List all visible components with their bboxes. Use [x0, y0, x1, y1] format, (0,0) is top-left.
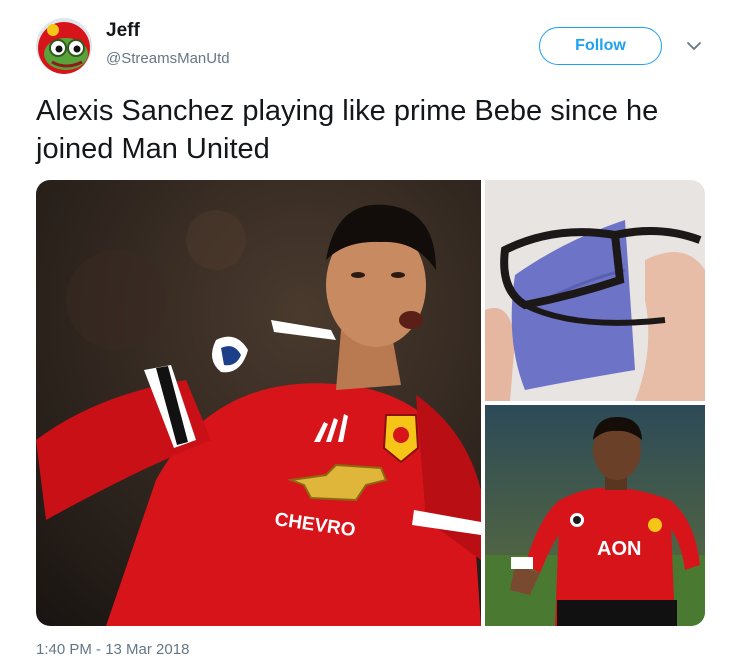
media-image-bebe[interactable]: AON: [485, 405, 705, 626]
display-name[interactable]: Jeff: [106, 20, 140, 42]
follow-button[interactable]: Follow: [539, 27, 662, 65]
avatar[interactable]: [36, 18, 92, 74]
tweet-timestamp[interactable]: 1:40 PM - 13 Mar 2018: [36, 641, 189, 658]
media-image-glasses[interactable]: [485, 180, 705, 401]
tweet-header: Jeff @StreamsManUtd Follow: [36, 18, 716, 78]
media-image-sanchez[interactable]: CHEVRO: [36, 180, 481, 626]
tweet-media-grid: CHEVRO AON: [36, 180, 705, 626]
tweet-text: Alexis Sanchez playing like prime Bebe s…: [36, 95, 659, 165]
user-handle[interactable]: @StreamsManUtd: [106, 50, 230, 67]
frog-avatar-icon: [36, 18, 92, 74]
jersey-sponsor-text-small: AON: [597, 538, 641, 560]
chevron-down-icon[interactable]: [684, 36, 704, 56]
